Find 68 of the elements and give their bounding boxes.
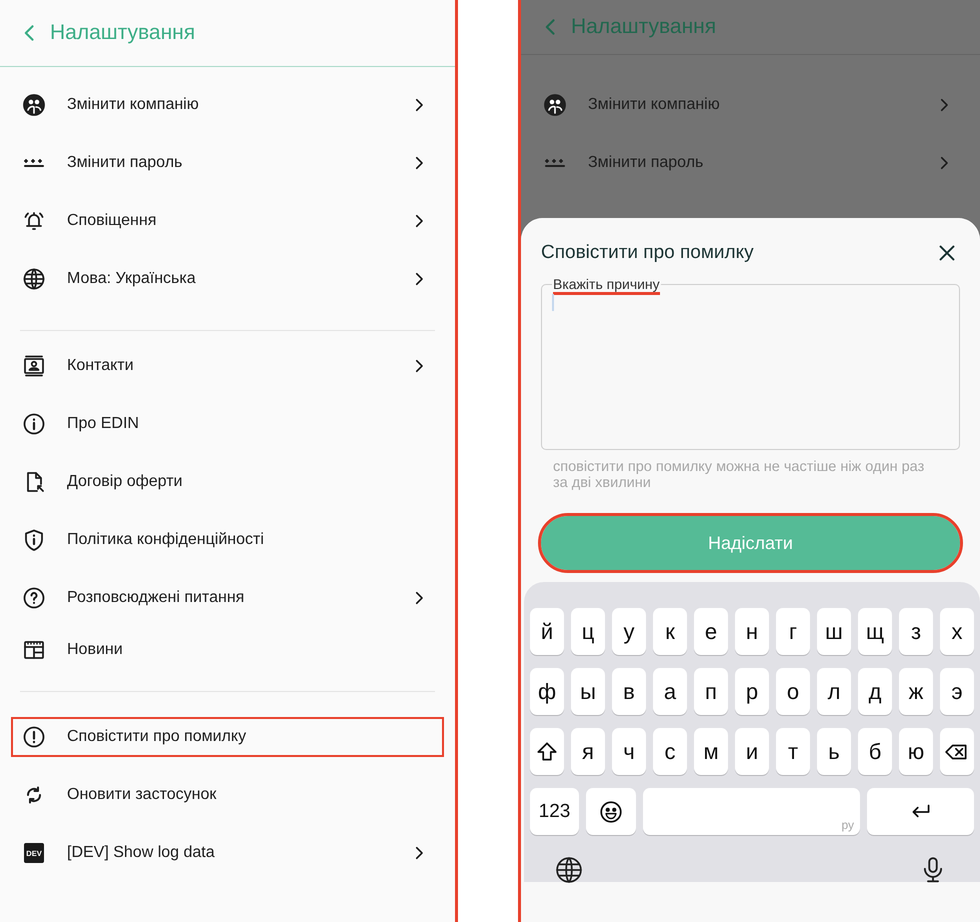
keyboard-key[interactable]: ч	[612, 728, 646, 775]
screen-title: Налаштування	[571, 15, 716, 39]
menu-item[interactable]: Мова: Українська	[11, 259, 444, 299]
menu-item[interactable]: Сповіщення	[11, 201, 444, 241]
globe-icon	[554, 855, 584, 885]
keyboard-key[interactable]: ж	[899, 668, 933, 715]
menu-item[interactable]: Оновити застосунок	[11, 775, 444, 815]
menu-item[interactable]: Змінити компанію	[11, 85, 444, 125]
keyboard-key[interactable]: ы	[571, 668, 605, 715]
language-button[interactable]	[554, 855, 584, 885]
keyboard-key[interactable]: 123	[530, 788, 579, 835]
field-label: Вкажіть причину	[552, 276, 661, 292]
keyboard-key[interactable]: в	[612, 668, 646, 715]
menu-item[interactable]: Договір оферти	[11, 462, 444, 502]
keyboard-key[interactable]: э	[940, 668, 974, 715]
keyboard-key[interactable]: щ	[858, 608, 892, 655]
layout-label: ру	[841, 818, 854, 832]
keyboard-key[interactable]: я	[571, 728, 605, 775]
question-icon	[22, 586, 46, 610]
keyboard-key[interactable]: м	[694, 728, 728, 775]
menu-item[interactable]: Змінити пароль	[11, 143, 444, 183]
bell-icon	[22, 209, 46, 233]
keyboard-key[interactable]: д	[858, 668, 892, 715]
keyboard-key[interactable]: у	[612, 608, 646, 655]
info-icon	[22, 412, 46, 436]
keyboard-key[interactable]: х	[940, 608, 974, 655]
menu-item[interactable]: Політика конфіденційності	[11, 520, 444, 560]
backspace-key[interactable]	[940, 728, 974, 775]
shift-key[interactable]	[530, 728, 564, 775]
keyboard-key[interactable]: а	[653, 668, 687, 715]
emoji-icon	[598, 798, 624, 824]
keyboard-key[interactable]: о	[776, 668, 810, 715]
keyboard-key[interactable]: п	[694, 668, 728, 715]
keyboard-key[interactable]: и	[735, 728, 769, 775]
keyboard-key[interactable]: ф	[530, 668, 564, 715]
reason-field[interactable]: Вкажіть причину	[541, 276, 960, 450]
keyboard-key[interactable]: з	[899, 608, 933, 655]
menu-item[interactable]: Контакти	[11, 346, 444, 386]
menu-item[interactable]: Новини	[11, 630, 444, 670]
keyboard-key[interactable]: ш	[817, 608, 851, 655]
menu-item[interactable]: Про EDIN	[11, 404, 444, 444]
keyboard-key[interactable]: ь	[817, 728, 851, 775]
keyboard-key[interactable]: ц	[571, 608, 605, 655]
keyboard-key[interactable]: с	[653, 728, 687, 775]
keyboard-key[interactable]: б	[858, 728, 892, 775]
keyboard-key[interactable]: е	[694, 608, 728, 655]
menu-item[interactable]: Сповістити про помилку	[11, 717, 444, 757]
globe-icon	[22, 267, 46, 291]
newspaper-icon	[22, 638, 46, 662]
warning-icon	[22, 725, 46, 749]
menu-item[interactable]: Розповсюджені питання	[11, 578, 444, 618]
shield-icon	[22, 528, 46, 552]
keyboard-key[interactable]: т	[776, 728, 810, 775]
emoji-key[interactable]	[586, 788, 636, 835]
hint-text: сповістити про помилку можна не частіше ніж один раз за дві хвилини	[553, 459, 926, 491]
keyboard-key[interactable]: л	[817, 668, 851, 715]
keyboard-key[interactable]: г	[776, 608, 810, 655]
keyboard-key[interactable]: н	[735, 608, 769, 655]
company-icon	[543, 93, 567, 117]
sheet-title: Сповістити про помилку	[541, 242, 754, 264]
keyboard-key[interactable]: й	[530, 608, 564, 655]
text-cursor	[552, 294, 554, 311]
keyboard-key[interactable]: ю	[899, 728, 933, 775]
keyboard-key[interactable]: к	[653, 608, 687, 655]
keyboard-key[interactable]: р	[735, 668, 769, 715]
contacts-icon	[22, 354, 46, 378]
company-icon	[22, 93, 46, 117]
screen-title: Налаштування	[50, 21, 196, 45]
